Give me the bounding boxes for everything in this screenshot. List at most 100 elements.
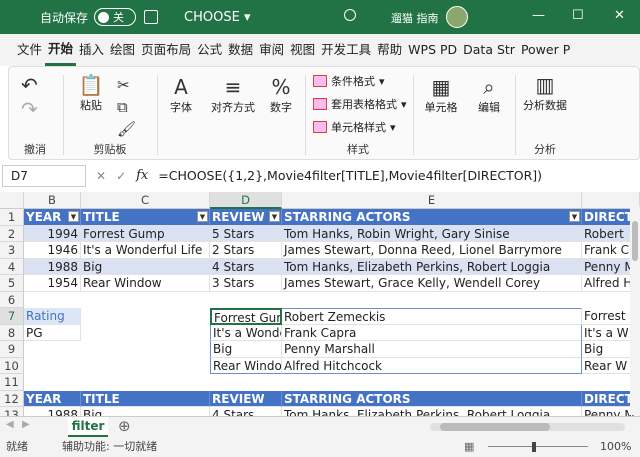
spill-cell[interactable]: Penny Marshall <box>282 341 582 358</box>
tab-draw[interactable]: 绘图 <box>107 34 138 66</box>
row-header[interactable]: 11 <box>0 374 24 391</box>
table-cell[interactable]: It's a Wonderful Life <box>81 242 210 259</box>
table-cell[interactable]: 4 Stars <box>210 258 282 275</box>
tab-page-layout[interactable]: 页面布局 <box>138 34 194 66</box>
header-cell-title[interactable]: TITLE ▼ <box>81 209 210 226</box>
tab-developer[interactable]: 开发工具 <box>318 34 374 66</box>
prev-sheet-icon[interactable]: ◀ <box>6 419 14 430</box>
row-header[interactable]: 2 <box>0 225 24 242</box>
header-cell-review[interactable]: REVIEW ▼ <box>210 209 282 226</box>
table-cell[interactable]: 1954 <box>24 275 81 292</box>
accessibility-status[interactable]: 辅助功能: 一切就绪 <box>62 437 157 457</box>
tab-data-streamer[interactable]: Data Str <box>460 34 518 66</box>
table-cell[interactable]: James Stewart, Donna Reed, Lionel Barrym… <box>282 242 582 259</box>
tab-power-pivot[interactable]: Power P <box>518 34 573 66</box>
header-cell-actors[interactable]: STARRING ACTORS ▼ <box>282 209 582 226</box>
sheet-tab-filter[interactable]: filter <box>68 417 108 437</box>
scroll-thumb[interactable] <box>440 423 550 431</box>
spill-cell[interactable]: Robert Zemeckis <box>282 308 582 325</box>
cells-button[interactable]: ▦ 单元格 <box>419 75 463 115</box>
row-header[interactable]: 1 <box>0 209 24 226</box>
autosave-toggle[interactable]: 关 <box>94 8 137 26</box>
column-header-d[interactable]: D <box>210 192 282 209</box>
close-button[interactable]: ✕ <box>614 8 625 23</box>
format-painter-icon[interactable]: 🖌 <box>117 117 136 141</box>
tab-wps-pdf[interactable]: WPS PD <box>405 34 460 66</box>
cancel-icon[interactable]: ✕ <box>96 169 106 183</box>
tab-data[interactable]: 数据 <box>225 34 256 66</box>
spill-cell[interactable]: Frank Capra <box>282 324 582 341</box>
spill-cell[interactable]: Big <box>210 341 282 358</box>
tab-home[interactable]: 开始 <box>45 34 77 66</box>
header-cell-year-2[interactable]: YEAR <box>24 390 81 407</box>
restore-button[interactable]: ☐ <box>572 8 584 23</box>
row-header[interactable]: 5 <box>0 275 24 292</box>
add-sheet-icon[interactable]: ⊕ <box>118 417 131 435</box>
rating-label-cell[interactable]: Rating <box>24 308 81 325</box>
table-cell[interactable]: Forrest Gump <box>81 225 210 242</box>
table-cell[interactable]: 3 Stars <box>210 275 282 292</box>
table-cell[interactable]: Big <box>81 407 210 416</box>
header-cell-review-2[interactable]: REVIEW <box>210 390 282 407</box>
row-header[interactable]: 3 <box>0 242 24 259</box>
row-header[interactable]: 13 <box>0 407 24 416</box>
spill-cell[interactable]: It's a Wonderful Life <box>210 324 282 341</box>
save-icon[interactable] <box>144 10 159 24</box>
table-cell[interactable]: James Stewart, Grace Kelly, Wendell Core… <box>282 275 582 292</box>
number-button[interactable]: % 数字 <box>263 75 299 115</box>
table-cell[interactable]: 1988 <box>24 258 81 275</box>
row-header[interactable]: 12 <box>0 390 24 407</box>
table-cell[interactable]: Big <box>81 258 210 275</box>
column-header-e[interactable]: E <box>282 192 582 209</box>
header-cell-actors-2[interactable]: STARRING ACTORS <box>282 390 582 407</box>
format-as-table-button[interactable]: 套用表格格式 ▾ <box>313 96 407 112</box>
row-header[interactable]: 8 <box>0 324 24 341</box>
tab-review[interactable]: 审阅 <box>256 34 287 66</box>
tab-formulas[interactable]: 公式 <box>194 34 225 66</box>
font-button[interactable]: A 字体 <box>159 75 203 115</box>
tab-insert[interactable]: 插入 <box>76 34 107 66</box>
user-name[interactable]: 遛猫 指南 <box>391 10 439 26</box>
table-cell[interactable]: Tom Hanks, Robin Wright, Gary Sinise <box>282 225 582 242</box>
next-sheet-icon[interactable]: ▶ <box>22 419 30 430</box>
tab-file[interactable]: 文件 <box>14 34 45 66</box>
zoom-level[interactable]: 100% <box>600 437 631 457</box>
table-cell[interactable]: 4 Stars <box>210 407 282 416</box>
conditional-format-button[interactable]: 条件格式 ▾ <box>313 73 385 89</box>
row-header[interactable]: 10 <box>0 357 24 374</box>
vertical-scrollbar[interactable] <box>630 207 640 415</box>
table-cell[interactable]: 5 Stars <box>210 225 282 242</box>
table-cell[interactable]: 1994 <box>24 225 81 242</box>
active-cell[interactable]: Forrest Gump <box>210 308 282 325</box>
horizontal-scrollbar[interactable] <box>430 423 625 431</box>
table-cell[interactable]: Tom Hanks, Elizabeth Perkins, Robert Log… <box>282 407 582 416</box>
table-cell[interactable]: 1946 <box>24 242 81 259</box>
formula-input[interactable]: =CHOOSE({1,2},Movie4filter[TITLE],Movie4… <box>158 168 542 183</box>
row-header[interactable]: 9 <box>0 341 24 358</box>
rating-value-cell[interactable]: PG <box>24 324 81 341</box>
insert-function-icon[interactable]: fx <box>136 168 148 183</box>
row-header[interactable]: 6 <box>0 291 24 308</box>
filter-dropdown-icon[interactable]: ▼ <box>569 211 580 222</box>
row-header[interactable]: 7 <box>0 308 24 325</box>
worksheet-grid[interactable]: B C D E 1 2 3 4 5 6 7 8 9 10 11 12 13 YE… <box>0 192 640 416</box>
table-cell[interactable]: Tom Hanks, Elizabeth Perkins, Robert Log… <box>282 258 582 275</box>
normal-view-icon[interactable]: ▦ <box>464 437 474 457</box>
column-header-c[interactable]: C <box>81 192 210 209</box>
column-header-b[interactable]: B <box>24 192 81 209</box>
zoom-slider-handle[interactable] <box>532 442 536 452</box>
table-cell[interactable]: Rear Window <box>81 275 210 292</box>
avatar[interactable] <box>446 6 468 28</box>
table-cell[interactable]: 2 Stars <box>210 242 282 259</box>
search-icon[interactable] <box>344 9 356 21</box>
scroll-thumb[interactable] <box>632 221 638 261</box>
redo-icon[interactable]: ↷ <box>21 97 38 121</box>
spill-cell[interactable]: Rear Window <box>210 357 282 374</box>
undo-icon[interactable]: ↶ <box>21 73 38 97</box>
tab-help[interactable]: 帮助 <box>374 34 405 66</box>
enter-icon[interactable]: ✓ <box>116 169 126 183</box>
cut-icon[interactable]: ✂ <box>117 73 130 97</box>
minimize-button[interactable]: — <box>532 8 545 23</box>
row-header[interactable]: 4 <box>0 258 24 275</box>
filter-dropdown-icon[interactable]: ▼ <box>68 211 79 222</box>
